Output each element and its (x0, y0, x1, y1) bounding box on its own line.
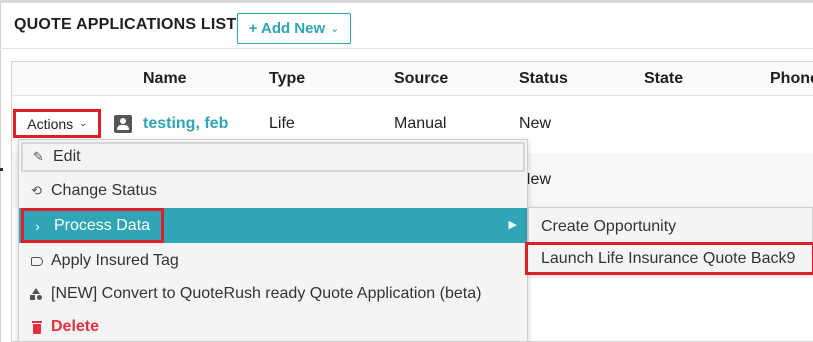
column-header-phone[interactable]: Phone (770, 70, 813, 88)
cell-type: Life (269, 115, 295, 132)
actions-dropdown-button[interactable]: Actions ⌄ (13, 109, 101, 138)
row-marker (0, 168, 3, 171)
tag-icon (28, 256, 45, 266)
process-data-submenu: Create Opportunity Launch Life Insurance… (525, 207, 813, 275)
menu-item-apply-insured-tag[interactable]: Apply Insured Tag (19, 245, 527, 277)
submenu-arrow-icon: ▶ (508, 219, 517, 231)
header-divider (0, 48, 813, 49)
chevron-down-icon: ⌄ (330, 23, 340, 35)
contact-card-icon (114, 115, 132, 133)
menu-item-change-status[interactable]: ⟲ Change Status (19, 175, 527, 207)
left-border (0, 3, 1, 342)
refresh-icon: ⟲ (31, 183, 42, 198)
column-header-source[interactable]: Source (394, 70, 448, 88)
column-header-name[interactable]: Name (143, 70, 187, 88)
submenu-item-label: Create Opportunity (541, 217, 677, 235)
highlight-box (21, 208, 164, 243)
menu-item-edit[interactable]: ✎ Edit (21, 142, 525, 172)
cell-status: New (519, 115, 552, 132)
add-new-button[interactable]: + Add New ⌄ (237, 13, 351, 44)
column-header-state[interactable]: State (644, 70, 683, 88)
actions-label: Actions (27, 115, 74, 132)
column-header-status[interactable]: Status (519, 70, 568, 88)
actions-menu: ✎ Edit ⟲ Change Status › Process Data ▶ … (18, 139, 528, 342)
menu-item-label: Apply Insured Tag (51, 252, 179, 269)
chevron-down-icon: ⌄ (79, 118, 87, 128)
menu-item-label: Edit (53, 148, 81, 165)
cell-source: Manual (394, 115, 447, 132)
top-border (0, 0, 813, 3)
menu-item-delete[interactable]: Delete (19, 311, 527, 342)
edit-icon: ✎ (33, 149, 44, 164)
shapes-icon (28, 288, 45, 300)
column-header-type[interactable]: Type (269, 70, 305, 88)
trash-icon (28, 320, 45, 334)
submenu-item-label: Launch Life Insurance Quote Back9 (541, 249, 796, 267)
page-title: QUOTE APPLICATIONS LIST (14, 16, 237, 33)
menu-item-label: [NEW] Convert to QuoteRush ready Quote A… (51, 285, 482, 302)
submenu-item-launch-life-quote[interactable]: Launch Life Insurance Quote Back9 (525, 242, 813, 275)
menu-item-convert-quoterush[interactable]: [NEW] Convert to QuoteRush ready Quote A… (19, 278, 527, 310)
applicant-name-link[interactable]: testing, feb (143, 115, 228, 133)
menu-item-label: Delete (51, 318, 100, 335)
add-new-label: + Add New (248, 20, 326, 37)
menu-item-label: Change Status (51, 182, 157, 199)
submenu-item-create-opportunity[interactable]: Create Opportunity (529, 210, 813, 243)
menu-item-process-data[interactable]: › Process Data ▶ (19, 208, 527, 243)
